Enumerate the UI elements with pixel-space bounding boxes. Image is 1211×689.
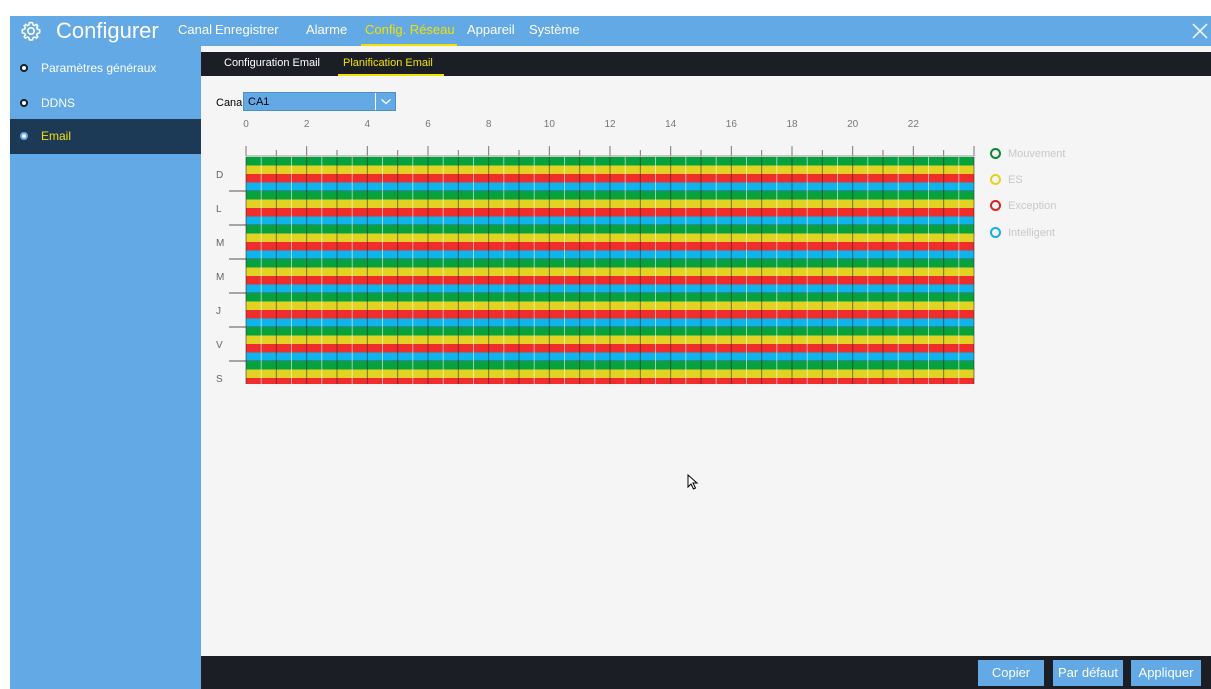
copy-button[interactable]: Copier: [978, 660, 1044, 686]
hour-label: 0: [243, 119, 249, 130]
sidebar: Paramètres généraux DDNS Email: [10, 46, 201, 689]
channel-label: Canal: [216, 97, 245, 109]
bottom-bar: Copier Par défaut Appliquer: [201, 656, 1211, 689]
sidebar-item-label: Paramètres généraux: [41, 61, 157, 75]
day-label: S: [216, 374, 223, 384]
day-label: D: [216, 170, 223, 181]
app-window: Configurer Canal Enregistrer Alarme Conf…: [10, 16, 1211, 689]
sidebar-item-ddns[interactable]: DDNS: [10, 86, 201, 121]
sidebar-item-parametres-generaux[interactable]: Paramètres généraux: [10, 51, 201, 86]
day-label: M: [216, 238, 224, 249]
legend-label: Exception: [1008, 200, 1057, 212]
day-label: V: [216, 340, 223, 351]
hour-label: 18: [786, 119, 798, 130]
schedule-grid[interactable]: 0 2 4 6 8 10 12 14 16 18 20 22 D L M M J V S: [201, 114, 991, 384]
top-bar: Configurer Canal Enregistrer Alarme Conf…: [10, 16, 1211, 46]
apply-button[interactable]: Appliquer: [1131, 660, 1201, 686]
hour-label: 16: [726, 119, 738, 130]
subtab-bar: Configuration Email Planification Email: [201, 52, 1211, 76]
mouse-cursor-icon: [687, 474, 699, 490]
channel-value: CA1: [248, 96, 270, 108]
subtab-configuration-email[interactable]: Configuration Email: [224, 56, 320, 70]
tab-config-reseau[interactable]: Config. Réseau: [365, 21, 455, 39]
blue-ring-icon: [990, 227, 1001, 238]
hour-label: 20: [847, 119, 859, 130]
hour-label: 10: [544, 119, 556, 130]
gear-icon: [21, 21, 41, 41]
tab-enregistrer[interactable]: Enregistrer: [215, 21, 279, 39]
hour-label: 6: [425, 119, 431, 130]
hour-label: 2: [304, 119, 310, 130]
hour-label: 12: [604, 119, 616, 130]
day-label: L: [216, 204, 222, 215]
hour-label: 4: [365, 119, 371, 130]
hour-label: 8: [486, 119, 492, 130]
sidebar-item-email[interactable]: Email: [10, 119, 201, 154]
tab-appareil[interactable]: Appareil: [467, 21, 515, 39]
app-title: Configurer: [56, 18, 159, 43]
settings-bullet-icon: [20, 64, 28, 72]
green-ring-icon: [990, 148, 1001, 159]
subtab-planification-email[interactable]: Planification Email: [343, 56, 433, 70]
active-tab-underline: [361, 44, 457, 46]
settings-bullet-icon: [20, 99, 28, 107]
tab-canal[interactable]: Canal: [178, 21, 212, 39]
sidebar-item-label: DDNS: [41, 96, 76, 110]
dropdown-button[interactable]: [375, 93, 395, 110]
hour-label: 22: [908, 119, 920, 130]
yellow-ring-icon: [990, 174, 1001, 185]
day-label: M: [216, 272, 224, 283]
day-label: J: [216, 306, 221, 317]
settings-bullet-icon: [20, 132, 28, 140]
legend-label: Intelligent: [1008, 227, 1056, 239]
red-ring-icon: [990, 200, 1001, 211]
legend-label: Mouvement: [1008, 148, 1066, 160]
tab-systeme[interactable]: Système: [529, 21, 580, 39]
chevron-down-icon: [381, 99, 391, 105]
tab-alarme[interactable]: Alarme: [306, 21, 347, 39]
channel-select[interactable]: CA1: [243, 92, 396, 111]
hour-label: 14: [665, 119, 677, 130]
legend-label: ES: [1008, 174, 1023, 186]
active-subtab-underline: [338, 74, 444, 76]
sidebar-item-label: Email: [41, 129, 72, 143]
close-icon[interactable]: [1191, 22, 1209, 40]
default-button[interactable]: Par défaut: [1053, 660, 1123, 686]
